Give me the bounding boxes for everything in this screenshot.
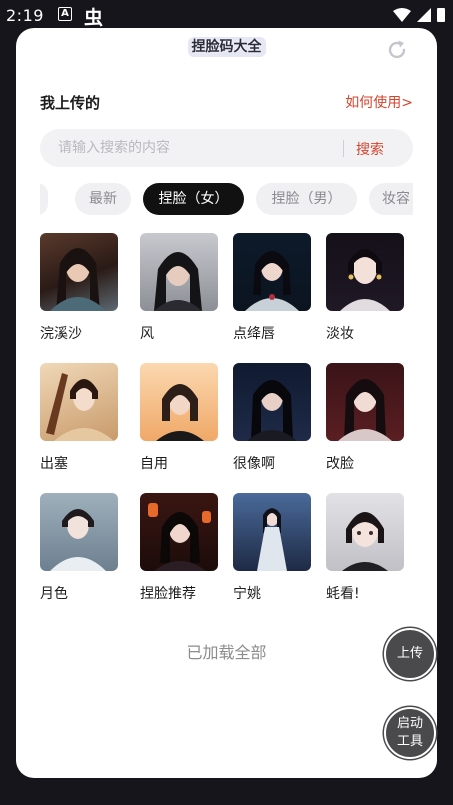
loaded-all-text: 已加载全部 bbox=[186, 643, 267, 662]
page-title: 捏脸码大全 bbox=[16, 36, 437, 57]
tab-face-female[interactable]: 捏脸（女） bbox=[143, 183, 244, 215]
launch-tool-label-line1: 启动 bbox=[396, 716, 423, 731]
list-item[interactable]: 自用 bbox=[140, 363, 220, 473]
item-label: 风 bbox=[140, 326, 154, 342]
list-item[interactable]: 淡妆 bbox=[326, 233, 406, 343]
bug-icon: 虫 bbox=[84, 7, 104, 29]
item-label: 蚝看! bbox=[326, 586, 360, 602]
search-input[interactable] bbox=[58, 129, 328, 167]
item-label: 捏脸推荐 bbox=[140, 586, 196, 602]
thumbnail-image[interactable] bbox=[40, 493, 118, 571]
section-label: 我上传的 bbox=[40, 94, 101, 112]
thumbnail-image[interactable] bbox=[326, 363, 404, 441]
list-item[interactable]: 捏脸推荐 bbox=[140, 493, 220, 603]
list-item[interactable]: 很像啊 bbox=[233, 363, 313, 473]
refresh-icon[interactable] bbox=[385, 38, 409, 62]
list-item[interactable]: 宁姚 bbox=[233, 493, 313, 603]
category-tabs: 最新 捏脸（女） 捏脸（男） 妆容（ bbox=[40, 183, 413, 215]
thumbnail-image[interactable] bbox=[140, 493, 218, 571]
list-item[interactable]: 浣溪沙 bbox=[40, 233, 120, 343]
list-item[interactable]: 点绛唇 bbox=[233, 233, 313, 343]
launch-tool-button[interactable]: 启动 工具 bbox=[384, 707, 436, 759]
item-label: 宁姚 bbox=[233, 586, 261, 602]
list-item[interactable]: 月色 bbox=[40, 493, 120, 603]
thumbnail-image[interactable] bbox=[40, 233, 118, 311]
signal-icon bbox=[417, 7, 431, 22]
item-label: 出塞 bbox=[40, 456, 68, 472]
tab-makeup[interactable]: 妆容（ bbox=[369, 183, 413, 215]
tab-face-male[interactable]: 捏脸（男） bbox=[256, 183, 357, 215]
search-bar: 搜索 bbox=[40, 129, 413, 167]
item-label: 淡妆 bbox=[326, 326, 354, 342]
tab-partial-left[interactable] bbox=[40, 183, 48, 215]
status-indicators bbox=[393, 7, 445, 22]
thumbnail-image[interactable] bbox=[326, 493, 404, 571]
thumbnail-image[interactable] bbox=[140, 233, 218, 311]
wifi-icon bbox=[393, 7, 411, 22]
item-label: 浣溪沙 bbox=[40, 326, 82, 342]
thumbnail-image[interactable] bbox=[326, 233, 404, 311]
launch-tool-label-line2: 工具 bbox=[396, 734, 423, 749]
main-card: 捏脸码大全 我上传的 如何使用> 搜索 最新 捏脸（女） 捏脸（男） 妆容（ 浣… bbox=[16, 28, 437, 778]
item-label: 改脸 bbox=[326, 456, 354, 472]
a-icon: A bbox=[58, 7, 72, 21]
thumbnail-image[interactable] bbox=[140, 363, 218, 441]
search-divider bbox=[343, 140, 344, 157]
list-item[interactable]: 蚝看! bbox=[326, 493, 406, 603]
item-label: 点绛唇 bbox=[233, 326, 275, 342]
tab-latest[interactable]: 最新 bbox=[75, 183, 131, 215]
status-time: 2:19 bbox=[6, 6, 44, 25]
upload-button-label: 上传 bbox=[396, 646, 423, 661]
thumbnail-image[interactable] bbox=[233, 493, 311, 571]
list-item[interactable]: 改脸 bbox=[326, 363, 406, 473]
list-item[interactable]: 出塞 bbox=[40, 363, 120, 473]
list-item[interactable]: 风 bbox=[140, 233, 220, 343]
thumbnail-image[interactable] bbox=[233, 363, 311, 441]
battery-icon bbox=[437, 8, 445, 22]
item-label: 月色 bbox=[40, 586, 68, 602]
thumbnail-image[interactable] bbox=[233, 233, 311, 311]
item-label: 自用 bbox=[140, 456, 168, 472]
search-button[interactable]: 搜索 bbox=[356, 139, 384, 159]
how-to-use-link[interactable]: 如何使用> bbox=[345, 92, 413, 112]
item-label: 很像啊 bbox=[233, 456, 275, 472]
thumbnail-image[interactable] bbox=[40, 363, 118, 441]
upload-button[interactable]: 上传 bbox=[384, 628, 436, 680]
